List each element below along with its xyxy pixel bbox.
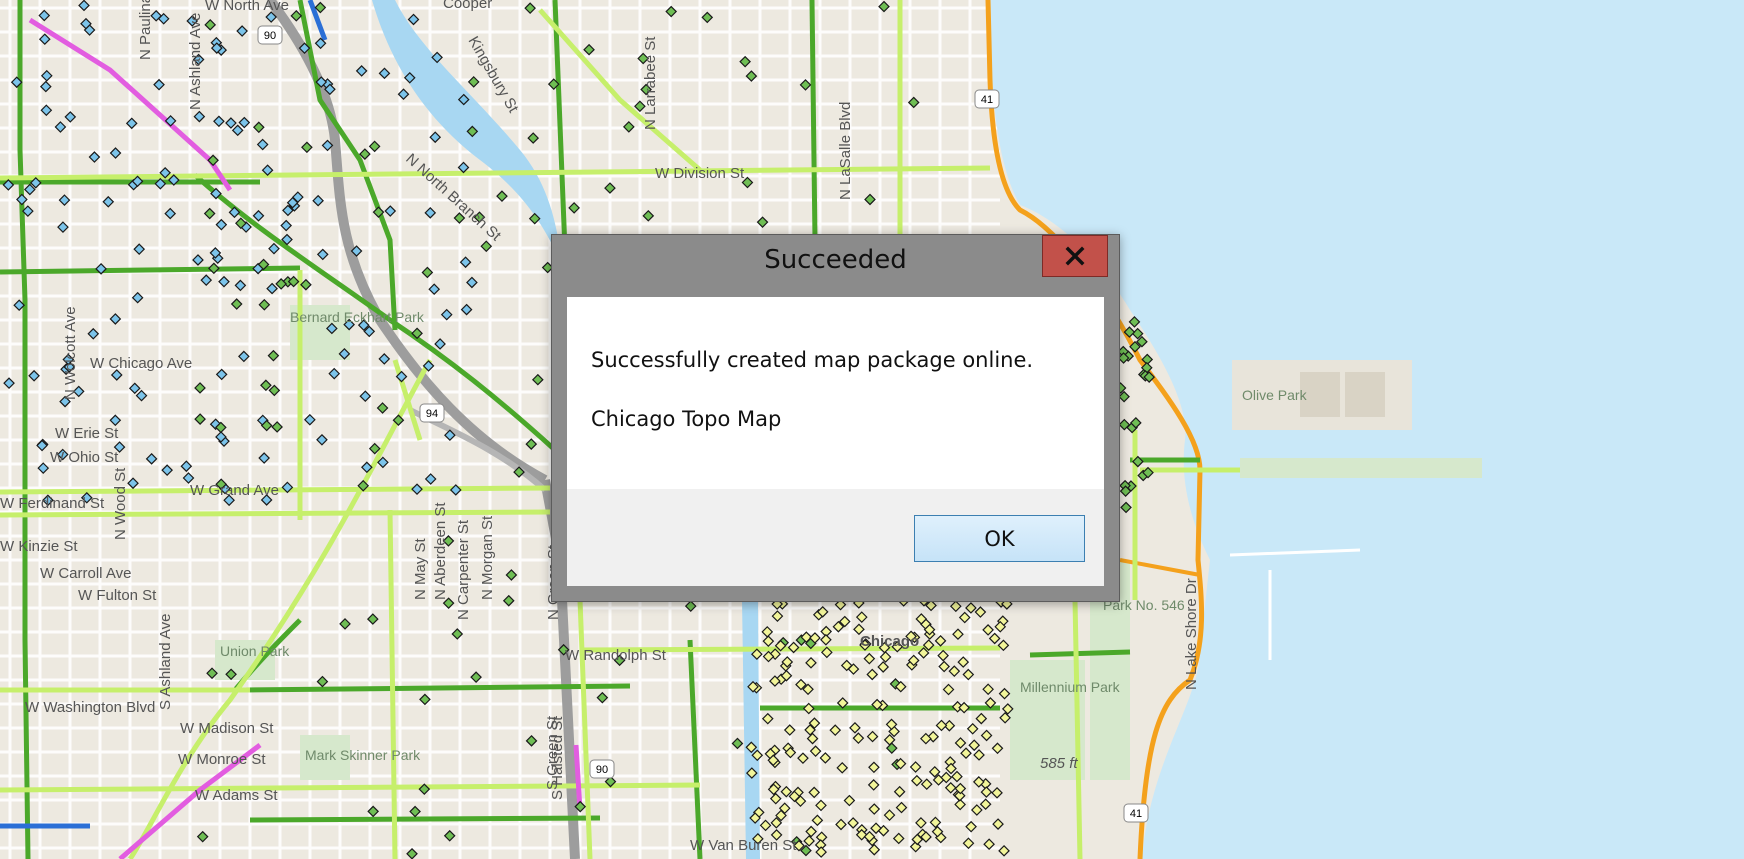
street-label: N Carpenter St: [455, 519, 472, 620]
highway-shield: 94: [419, 403, 445, 423]
street-label: N Ashland Ave: [187, 13, 204, 110]
street-label: W Fulton St: [78, 587, 157, 604]
street-label: N Paulina St: [137, 0, 154, 60]
street-label: W Chicago Ave: [90, 355, 192, 372]
place-label: Chicago: [860, 633, 919, 650]
street-label: N Morgan St: [479, 515, 496, 600]
street-label: W Washington Blvd: [25, 699, 155, 716]
street-label: N Wolcott Ave: [62, 306, 79, 400]
place-label: Bernard Eckhart Park: [290, 309, 425, 325]
street-label: W Monroe St: [178, 751, 266, 768]
close-button[interactable]: [1042, 235, 1108, 277]
street-label: S Ashland Ave: [157, 614, 174, 710]
street-label: W Erie St: [55, 425, 119, 442]
highway-shield: 90: [589, 759, 615, 779]
place-label: Cooper: [443, 0, 492, 12]
close-icon: [1065, 246, 1085, 266]
highway-shield: 41: [974, 89, 1000, 109]
shield-number: 41: [1130, 808, 1142, 820]
pier-building: [1345, 372, 1385, 417]
shield-number: 90: [264, 30, 276, 42]
dialog-title: Succeeded: [764, 245, 907, 275]
ok-button[interactable]: OK: [914, 515, 1085, 562]
street-label: W Grand Ave: [190, 482, 279, 499]
place-label: Mark Skinner Park: [305, 747, 421, 763]
street-label: N LaSalle Blvd: [837, 102, 854, 200]
street-label: W Ohio St: [50, 449, 119, 466]
navy-pier: [1240, 458, 1482, 478]
dialog-message: Successfully created map package online.: [591, 348, 1034, 372]
place-label: Olive Park: [1242, 387, 1308, 403]
street-label: N Larrabee St: [642, 36, 659, 130]
place-label: Union Park: [220, 643, 290, 659]
street-label: W Division St: [655, 165, 745, 182]
succeeded-dialog: Succeeded Successfully created map packa…: [551, 234, 1120, 602]
dialog-body: Successfully created map package online.…: [567, 297, 1104, 586]
street-label: W Carroll Ave: [40, 565, 131, 582]
message-area: Successfully created map package online.…: [567, 297, 1104, 489]
street-label: W Van Buren St: [690, 837, 797, 854]
shield-number: 90: [596, 764, 608, 776]
elevation-label: 585 ft: [1040, 755, 1078, 772]
street-label: W Adams St: [195, 787, 278, 804]
map-package-name: Chicago Topo Map: [591, 407, 782, 431]
highway-shield: 90: [257, 25, 283, 45]
street-label: N Lake Shore Dr: [1183, 578, 1200, 690]
shield-number: 94: [426, 408, 438, 420]
street-label: N May St: [412, 537, 429, 600]
highway-shield: 41: [1123, 803, 1149, 823]
street-label: S Green St: [544, 715, 561, 790]
street-label: W Madison St: [180, 720, 274, 737]
street-label: W Randolph St: [565, 647, 667, 664]
street-label: W Ferdinand St: [0, 495, 105, 512]
street-label: N Wood St: [112, 467, 129, 540]
street-label: W North Ave: [205, 0, 289, 14]
place-label: Millennium Park: [1020, 679, 1121, 695]
shield-number: 41: [981, 94, 993, 106]
street-label: N Aberdeen St: [432, 502, 449, 600]
street-label: W Kinzie St: [0, 538, 78, 555]
